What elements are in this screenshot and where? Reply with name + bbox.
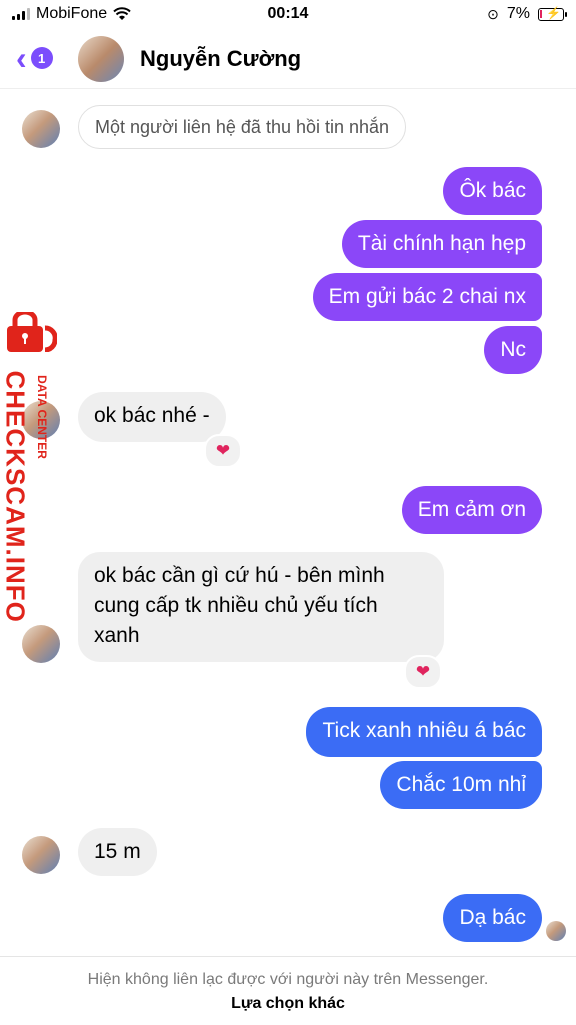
unsent-message-notice: Một người liên hệ đã thu hồi tin nhắn bbox=[78, 105, 407, 149]
lock-icon bbox=[7, 312, 57, 352]
heart-reaction-icon[interactable]: ❤ bbox=[204, 434, 242, 468]
avatar bbox=[22, 625, 60, 663]
message-bubble[interactable]: Em cảm ơn bbox=[401, 486, 542, 534]
heart-reaction-icon[interactable]: ❤ bbox=[404, 655, 442, 689]
message-bubble[interactable]: Em gửi bác 2 chai nx bbox=[312, 273, 542, 321]
unread-count-badge: 1 bbox=[30, 47, 53, 69]
message-bubble[interactable]: ok bác cần gì cứ hú - bên mình cung cấp … bbox=[78, 552, 444, 662]
avatar bbox=[22, 110, 60, 148]
battery-icon: ⚡ bbox=[538, 6, 567, 21]
watermark-subtext: DATA CENTER bbox=[35, 375, 49, 459]
unavailable-notice: Hiện không liên lạc được với người này t… bbox=[87, 971, 489, 988]
message-bubble[interactable]: Tài chính hạn hẹp bbox=[341, 220, 542, 268]
message-bubble[interactable]: Dạ bác bbox=[443, 894, 542, 942]
message-line: xanh bbox=[94, 624, 140, 647]
orientation-lock-icon: ⊙ bbox=[487, 5, 499, 22]
message-bubble[interactable]: Ôk bác bbox=[443, 167, 542, 215]
watermark-text: CHECKSCAM.INFO bbox=[0, 370, 31, 623]
message-line: ok bác cần gì cứ hú - bên mình bbox=[94, 564, 385, 587]
back-button[interactable]: ‹ 1 bbox=[16, 42, 53, 74]
contact-avatar[interactable] bbox=[78, 36, 124, 82]
message-bubble[interactable]: Nc bbox=[484, 326, 542, 374]
chat-header: ‹ 1 Nguyễn Cường bbox=[0, 32, 576, 89]
message-bubble[interactable]: ok bác nhé - bbox=[78, 392, 226, 442]
message-bubble[interactable]: Chắc 10m nhỉ bbox=[380, 761, 542, 809]
chevron-left-icon: ‹ bbox=[16, 40, 27, 76]
battery-percent: 7% bbox=[506, 5, 530, 22]
message-line: cung cấp tk nhiều chủ yếu tích bbox=[94, 594, 378, 617]
message-bubble[interactable]: 15 m bbox=[78, 828, 157, 876]
seen-avatar bbox=[546, 921, 566, 941]
status-bar: MobiFone 00:14 ⊙ 7% ⚡ bbox=[0, 0, 576, 32]
footer: Hiện không liên lạc được với người này t… bbox=[0, 956, 576, 1025]
message-bubble[interactable]: Tick xanh nhiêu á bác bbox=[306, 707, 542, 757]
contact-name[interactable]: Nguyễn Cường bbox=[140, 46, 301, 72]
other-options-link[interactable]: Lựa chọn khác bbox=[0, 995, 576, 1013]
avatar bbox=[22, 836, 60, 874]
